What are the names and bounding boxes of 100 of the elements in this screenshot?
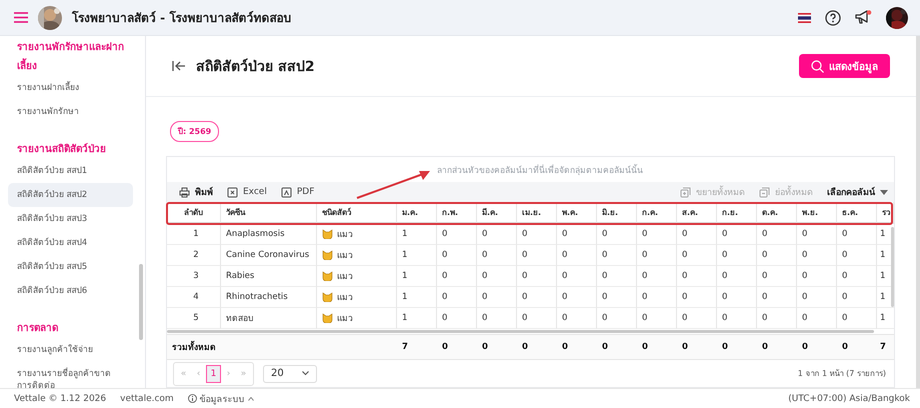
table-cell: 0 [757,245,797,266]
table-cell: 0 [517,245,557,266]
table-cell: 0 [597,266,637,287]
table-cell: 0 [637,224,677,245]
system-info-button[interactable]: ข้อมูลระบบ [188,392,254,406]
show-data-button[interactable]: แสดงข้อมูล [799,54,890,78]
table-cell: Canine Coronavirus [221,245,317,266]
table-cell: 0 [757,287,797,308]
table-cell: 1 [167,224,221,245]
table-cell: 0 [517,287,557,308]
table-cell: 0 [477,224,517,245]
table-cell: 0 [717,245,757,266]
page-size-select[interactable]: 20 [263,364,317,382]
thai-flag-icon[interactable] [798,12,811,22]
table-cell: 0 [437,287,477,308]
total-cell-text: 0 [561,341,569,354]
table-cell: 1 [877,308,894,329]
table-cell: 2 [167,245,221,266]
sidebar-item[interactable]: รายงานลูกค้าใช้จ่าย [8,338,133,362]
total-cell-text: 0 [841,341,849,354]
total-cell-text: 7 [401,341,409,354]
table-cell: 0 [557,224,597,245]
total-cell-text: 0 [601,341,609,354]
sidebar-item[interactable]: รายงานพักรักษา [8,100,133,124]
table-cell: 0 [557,266,597,287]
total-cell-text: 7 [879,341,887,354]
table-cell: 0 [717,224,757,245]
table-cell: 0 [477,266,517,287]
table-cell: 0 [557,287,597,308]
species-label: แมว [337,313,353,325]
table-cell: Rhinotrachetis [221,287,317,308]
table-cell: 0 [597,287,637,308]
table-cell: 0 [437,266,477,287]
table-cell: 0 [797,245,837,266]
total-cell-text: 0 [641,341,649,354]
megaphone-icon[interactable] [855,10,872,25]
table-cell: 0 [797,224,837,245]
document-file-icon [280,186,292,198]
table-cell: 0 [837,224,877,245]
table-cell: 1 [397,245,437,266]
help-icon[interactable] [825,10,841,26]
caret-up-icon [248,396,254,400]
sidebar-item[interactable]: สถิติสัตว์ป่วย สสป2 [8,183,133,207]
cat-head-icon [322,250,333,260]
menu-icon[interactable] [14,12,28,23]
table-cell: 0 [597,224,637,245]
total-cell-text: 0 [721,341,729,354]
sidebar-item[interactable]: สถิติสัตว์ป่วย สสป6 [8,279,133,303]
spreadsheet-file-icon [227,186,238,198]
year-chip[interactable]: ปี: 2569 [170,121,220,142]
table-cell: 4 [167,287,221,308]
column-chooser[interactable]: เลือกคอลัมน์ [827,185,888,199]
chevron-down-icon [302,371,309,376]
table-cell: 0 [797,287,837,308]
species-label: แมว [337,250,353,262]
table-cell: 0 [477,287,517,308]
toolbar-button[interactable]: Excel [227,186,267,198]
toolbar-button[interactable]: พิมพ์ [179,185,213,199]
sidebar-heading: การตลาด [16,322,59,336]
page-info: 1 จาก 1 หน้า (7 รายการ) [798,368,886,380]
table-cell: 0 [837,266,877,287]
total-cell-text: 0 [801,341,809,354]
back-icon[interactable] [172,60,186,72]
info-icon [188,394,197,403]
sidebar-item[interactable]: สถิติสัตว์ป่วย สสป3 [8,207,133,231]
page-button[interactable]: 1 [206,364,221,382]
table-cell: 0 [837,287,877,308]
table-cell: 0 [797,266,837,287]
version-text: Vettale © 1.12 2026 [14,394,106,404]
sidebar-heading: รายงานสถิติสัตว์ป่วย [16,142,107,157]
website-link[interactable]: vettale.com [120,394,174,404]
table-cell: 0 [757,224,797,245]
sidebar-item[interactable]: รายงานฝากเลี้ยง [8,76,133,100]
cat-head-icon [322,292,333,302]
search-icon [811,60,824,72]
table-cell: 1 [397,266,437,287]
table-cell: 1 [397,224,437,245]
table-cell: 3 [167,266,221,287]
sidebar-item[interactable]: รายงานรายชื่อลูกค้าขาดการติดต่อ [8,362,133,388]
sidebar-item[interactable]: สถิติสัตว์ป่วย สสป1 [8,159,133,183]
table-cell: 0 [637,266,677,287]
total-cell-text: 0 [481,341,489,354]
expand-icon [680,186,691,198]
sidebar-item[interactable]: สถิติสัตว์ป่วย สสป5 [8,255,133,279]
toolbar-button[interactable]: PDF [280,186,314,198]
sidebar-item[interactable]: สถิติสัตว์ป่วย สสป4 [8,231,133,255]
table-cell: 0 [677,287,717,308]
table-cell: 0 [597,245,637,266]
table-cell: 0 [637,287,677,308]
cat-head-icon [322,271,333,281]
species-label: แมว [337,292,353,304]
table-cell: 0 [557,245,597,266]
table-cell: Rabies [221,266,317,287]
table-cell: 1 [397,287,437,308]
page-title: สถิติสัตว์ป่วย สสป2 [196,58,316,77]
table-cell: Anaplasmosis [221,224,317,245]
table-cell: 0 [677,266,717,287]
table-cell: 0 [437,224,477,245]
table-cell: 0 [517,224,557,245]
table-cell: 0 [517,266,557,287]
